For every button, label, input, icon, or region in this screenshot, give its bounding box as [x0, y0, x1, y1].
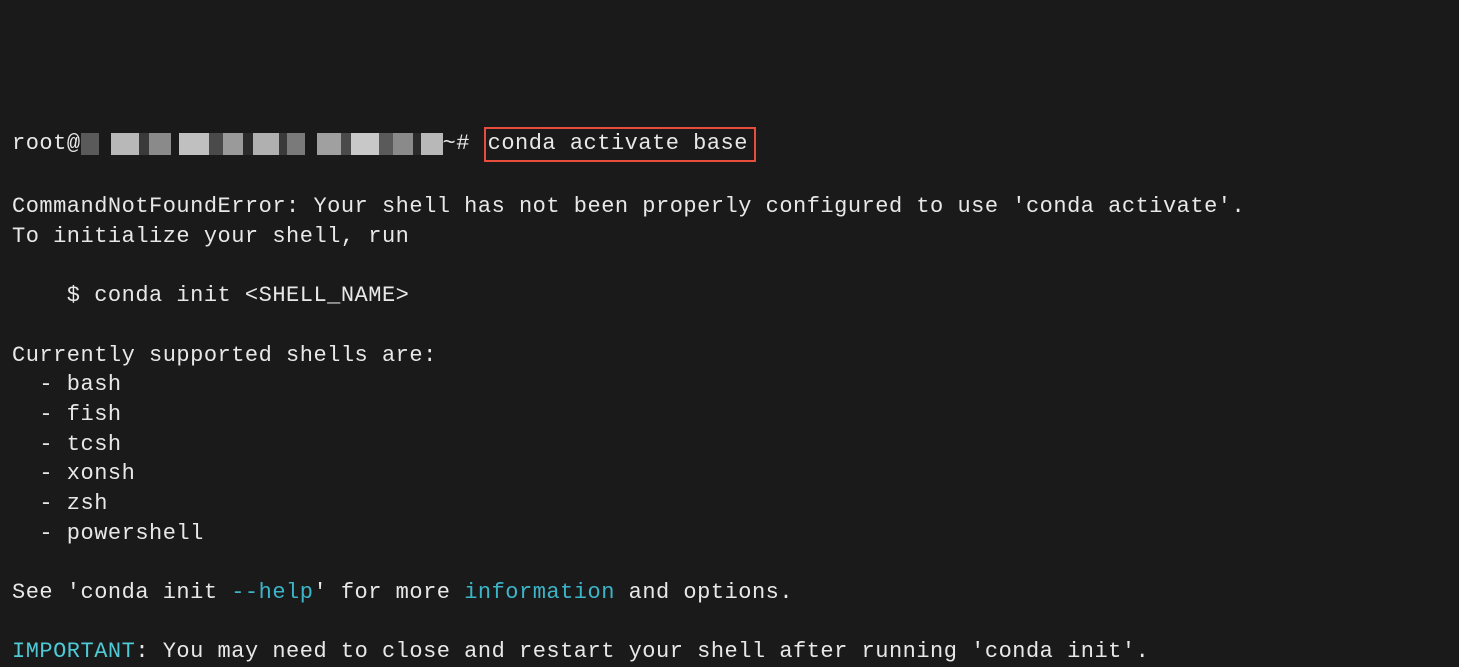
prompt-at: @: [67, 131, 81, 156]
prompt-user: root: [12, 131, 67, 156]
information-word: information: [464, 580, 615, 605]
shells-header: Currently supported shells are:: [12, 343, 437, 368]
error-line-1: CommandNotFoundError: Your shell has not…: [12, 194, 1245, 219]
important-line: IMPORTANT: You may need to close and res…: [12, 639, 1149, 664]
obscured-hostname: [81, 130, 443, 152]
error-line-2: To initialize your shell, run: [12, 224, 409, 249]
shell-item: - zsh: [12, 491, 108, 516]
important-label: IMPORTANT: [12, 639, 135, 664]
init-command: $ conda init <SHELL_NAME>: [12, 283, 409, 308]
prompt-suffix: ~#: [443, 131, 470, 156]
command-text[interactable]: conda activate base: [488, 131, 748, 156]
command-highlight-box: conda activate base: [484, 127, 756, 163]
shell-item: - fish: [12, 402, 122, 427]
shell-item: - tcsh: [12, 432, 122, 457]
see-help-line: See 'conda init --help' for more informa…: [12, 580, 793, 605]
help-flag: --help: [231, 580, 313, 605]
shell-item: - powershell: [12, 521, 204, 546]
shell-item: - bash: [12, 372, 122, 397]
shell-prompt: root@ ~# conda activate base: [12, 131, 756, 156]
shell-item: - xonsh: [12, 461, 135, 486]
